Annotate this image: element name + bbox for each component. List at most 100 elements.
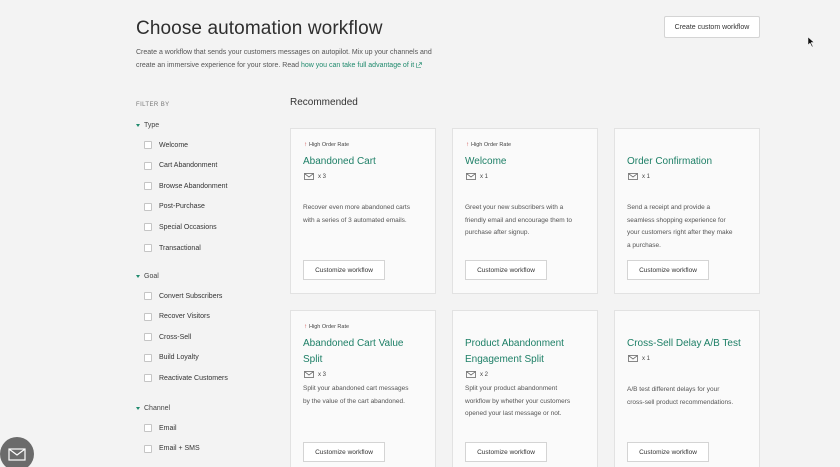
filter-checkbox[interactable] [144, 374, 152, 383]
card-description-line: seamless shopping experience for [627, 216, 726, 224]
learn-more-link[interactable]: how you can take full advantage of it [301, 62, 414, 69]
card-description-line: purchase after signup. [465, 229, 530, 236]
filter-option[interactable]: Email [144, 424, 177, 432]
filter-by-label: FILTER BY [136, 102, 170, 108]
message-count: x 1 [466, 173, 488, 180]
mail-icon [628, 355, 638, 362]
message-count-label: x 1 [642, 355, 651, 362]
filter-checkbox[interactable] [144, 353, 152, 362]
card-title: Engagement Split [465, 354, 544, 365]
description-line-1: Create a workflow that sends your custom… [136, 49, 432, 56]
customize-workflow-button[interactable]: Customize workflow [465, 442, 547, 462]
customize-workflow-button[interactable]: Customize workflow [303, 442, 385, 462]
workflow-card: ↑ High Order Rate Abandoned Cart x 3 Recover… [290, 128, 436, 294]
filter-option-label: Recover Visitors [159, 313, 210, 321]
filter-checkbox[interactable] [144, 333, 152, 342]
filter-option[interactable]: Cross-Sell [144, 333, 192, 342]
filter-option[interactable]: Transactional [144, 244, 201, 252]
card-description-line: Greet your new subscribers with a [465, 204, 564, 211]
filter-option[interactable]: Post-Purchase [144, 202, 205, 211]
customize-workflow-button[interactable]: Customize workflow [465, 260, 547, 280]
message-count: x 1 [628, 173, 650, 180]
message-count-label: x 1 [642, 173, 651, 180]
filter-checkbox[interactable] [144, 141, 152, 149]
filter-group-goal[interactable]: Goal [136, 273, 159, 280]
message-count-label: x 1 [480, 173, 489, 180]
workflow-card: ↑ High Order Rate Abandoned Cart Value Spli… [290, 310, 436, 467]
card-title: Order Confirmation [627, 156, 713, 167]
chat-button[interactable] [0, 437, 34, 467]
high-order-rate-badge: ↑ High Order Rate [304, 142, 349, 148]
create-custom-workflow-button[interactable]: Create custom workflow [664, 16, 760, 38]
cursor-icon [808, 37, 815, 47]
customize-workflow-button[interactable]: Customize workflow [303, 260, 385, 280]
filter-option[interactable]: Reactivate Customers [144, 374, 228, 383]
filter-option-label: Email + SMS [159, 445, 200, 453]
badge-label: High Order Rate [309, 142, 350, 148]
card-title: Abandoned Cart [303, 156, 376, 167]
customize-workflow-button[interactable]: Customize workflow [627, 260, 709, 280]
card-title: Abandoned Cart Value [303, 338, 404, 349]
filter-option[interactable]: Email + SMS [144, 444, 200, 453]
card-description-line: cross-sell product recommendations. [627, 398, 734, 406]
page-title: Choose automation workflow [136, 18, 383, 39]
filter-option-label: Reactivate Customers [159, 374, 228, 382]
message-count-label: x 3 [318, 371, 327, 378]
caret-down-icon [136, 275, 140, 278]
filter-group-label: Channel [144, 405, 171, 412]
card-description-line: with a series of 3 automated emails. [303, 216, 407, 224]
message-count-label: x 3 [318, 173, 327, 180]
filter-checkbox[interactable] [144, 312, 152, 321]
message-count: x 2 [466, 371, 488, 378]
filter-checkbox[interactable] [144, 202, 152, 211]
filter-group-type[interactable]: Type [136, 122, 159, 129]
filter-option[interactable]: Browse Abandonment [144, 182, 228, 191]
filter-option[interactable]: Cart Abandonment [144, 161, 217, 170]
high-order-rate-badge: ↑ High Order Rate [466, 142, 511, 148]
filter-option-label: Email [159, 424, 177, 432]
message-count: x 3 [304, 371, 326, 378]
up-arrow-icon: ↑ [304, 142, 307, 148]
card-description-line: opened your last message or not. [465, 410, 562, 417]
filter-option[interactable]: Recover Visitors [144, 312, 210, 321]
card-description-line: friendly email and encourage them to [465, 216, 572, 224]
filter-checkbox[interactable] [144, 161, 152, 170]
filter-checkbox[interactable] [144, 444, 152, 453]
mail-icon [304, 173, 314, 180]
filter-option-label: Welcome [159, 141, 189, 149]
page-description: Create a workflow that sends your custom… [136, 46, 466, 72]
filter-checkbox[interactable] [144, 244, 152, 252]
chat-icon [8, 447, 26, 461]
filter-option-label: Transactional [159, 244, 201, 252]
card-description-line: a purchase. [627, 241, 661, 249]
filter-option[interactable]: Welcome [144, 141, 188, 149]
mail-icon [628, 173, 638, 180]
card-title: Cross-Sell Delay A/B Test [627, 338, 741, 349]
external-link-icon [416, 62, 423, 68]
caret-down-icon [136, 124, 140, 127]
filter-group-channel[interactable]: Channel [136, 405, 170, 412]
up-arrow-icon: ↑ [466, 142, 469, 148]
workflow-card: ↑ High Order Rate Welcome x 1 Greet your new… [452, 128, 598, 294]
filter-option-label: Special Occasions [159, 223, 217, 231]
filter-option-label: Post-Purchase [159, 203, 205, 211]
card-title: Welcome [465, 156, 507, 167]
filter-option-label: Cross-Sell [159, 333, 192, 341]
filter-checkbox[interactable] [144, 223, 152, 232]
customize-workflow-button[interactable]: Customize workflow [627, 442, 709, 462]
card-description-line: your customers right after they make [627, 229, 733, 236]
filter-checkbox[interactable] [144, 182, 152, 191]
mail-icon [466, 173, 476, 180]
recommended-heading: Recommended [290, 97, 358, 108]
filter-option[interactable]: Special Occasions [144, 223, 217, 232]
card-description-line: Split your product abandonment [465, 385, 558, 392]
filter-option[interactable]: Build Loyalty [144, 353, 199, 362]
up-arrow-icon: ↑ [304, 324, 307, 330]
card-description-line: Send a receipt and provide a [627, 204, 711, 211]
card-title: Split [303, 354, 323, 365]
filter-checkbox[interactable] [144, 292, 152, 300]
card-description-line: Recover even more abandoned carts [303, 204, 410, 211]
badge-label: High Order Rate [471, 142, 512, 148]
filter-option[interactable]: Convert Subscribers [144, 292, 222, 300]
filter-checkbox[interactable] [144, 424, 152, 432]
